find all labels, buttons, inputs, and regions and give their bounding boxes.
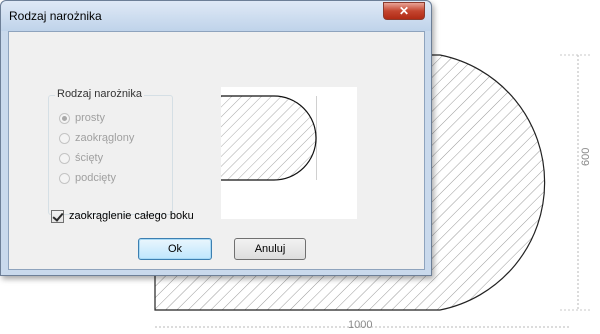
- close-button[interactable]: ✕: [383, 2, 425, 20]
- radio-label: ścięty: [75, 152, 104, 164]
- radio-button-icon[interactable]: [59, 113, 70, 124]
- radio-label: prosty: [75, 112, 105, 124]
- height-dimension-label: 600: [580, 147, 592, 166]
- dialog-client-area: Rodzaj narożnika prosty zaokrąglony ścię…: [8, 31, 425, 270]
- radio-button-icon[interactable]: [59, 153, 70, 164]
- radio-label: zaokrąglony: [75, 132, 135, 144]
- checkbox-label: zaokrąglenie całego boku: [69, 210, 194, 222]
- cancel-button[interactable]: Anuluj: [234, 238, 306, 260]
- ok-button[interactable]: Ok: [138, 238, 212, 260]
- radio-label: podcięty: [75, 172, 116, 184]
- group-title: Rodzaj narożnika: [55, 88, 144, 100]
- corner-type-dialog: Rodzaj narożnika ✕ Rodzaj narożnika pros…: [0, 0, 432, 276]
- corner-type-group: Rodzaj narożnika prosty zaokrąglony ścię…: [48, 88, 173, 215]
- checkbox-checked-icon[interactable]: [51, 210, 64, 223]
- window-title: Rodzaj narożnika: [9, 9, 102, 23]
- width-dimension-label: 1000: [348, 319, 373, 331]
- title-bar[interactable]: Rodzaj narożnika ✕: [1, 1, 431, 31]
- radio-button-icon[interactable]: [59, 173, 70, 184]
- corner-preview-image: [221, 87, 357, 219]
- close-icon: ✕: [398, 4, 410, 18]
- radio-button-icon[interactable]: [59, 133, 70, 144]
